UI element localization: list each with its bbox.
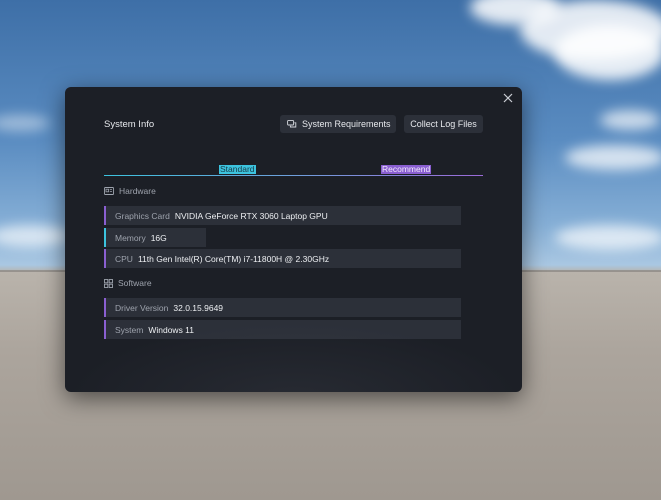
driver-version-row: Driver Version 32.0.15.9649 [104,298,461,317]
system-value: Windows 11 [148,324,195,335]
hardware-heading: Hardware [119,186,156,196]
graphics-card-value: NVIDIA GeForce RTX 3060 Laptop GPU [174,210,328,221]
cloud [0,225,70,247]
memory-value: 16G [150,232,167,243]
driver-version-value: 32.0.15.9649 [173,302,224,313]
hardware-section-heading: Hardware [104,186,156,196]
memory-label: Memory [115,232,146,243]
cloud [600,110,660,130]
driver-version-label: Driver Version [115,302,169,313]
system-requirements-label: System Requirements [302,119,391,129]
software-icon [104,278,113,288]
chat-icon [287,119,297,129]
desktop-background: System Info System Requirements Collect … [0,0,661,500]
collect-log-files-label: Collect Log Files [410,119,477,129]
close-icon [503,93,513,103]
collect-log-files-button[interactable]: Collect Log Files [404,115,483,133]
tab-bar: Standard Recommend [104,165,483,177]
system-row: System Windows 11 [104,320,461,339]
cpu-row: CPU 11th Gen Intel(R) Core(TM) i7-11800H… [104,249,461,268]
software-heading: Software [118,278,152,288]
graphics-card-row: Graphics Card NVIDIA GeForce RTX 3060 La… [104,206,461,225]
memory-row: Memory 16G [104,228,206,247]
dialog-title: System Info [104,119,155,130]
tab-standard[interactable]: Standard [219,165,256,174]
cloud [555,25,661,80]
system-label: System [115,324,144,335]
cpu-label: CPU [115,253,133,264]
cloud [565,145,661,170]
cloud [0,115,50,131]
cloud [555,225,661,250]
graphics-card-label: Graphics Card [115,210,170,221]
cpu-value: 11th Gen Intel(R) Core(TM) i7-11800H @ 2… [137,253,330,264]
system-requirements-button[interactable]: System Requirements [280,115,396,133]
system-info-dialog: System Info System Requirements Collect … [65,87,522,392]
close-button[interactable] [502,92,514,104]
software-section-heading: Software [104,278,152,288]
tab-underline [104,175,483,176]
tab-recommend[interactable]: Recommend [381,165,432,174]
hardware-icon [104,187,114,195]
